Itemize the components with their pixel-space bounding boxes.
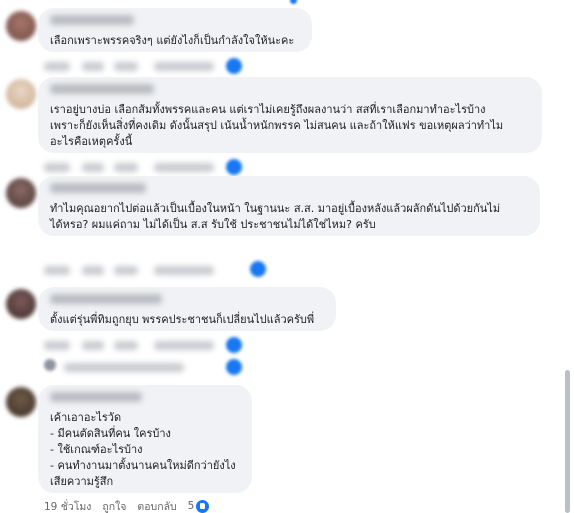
commenter-name[interactable]	[50, 84, 154, 94]
commenter-name[interactable]	[50, 294, 162, 304]
comment-bubble: เราอยู่บางบ่อ เลือกส้มทั้งพรรคและคน แต่เ…	[38, 77, 542, 153]
like-icon	[226, 337, 242, 353]
comment-bubble: เค้าเอาอะไรวัด - มีคนตัดสินที่คน ใครบ้าง…	[38, 385, 252, 493]
avatar[interactable]	[6, 11, 36, 41]
like-icon	[226, 159, 242, 175]
reaction-icon	[290, 0, 297, 4]
comment-actions[interactable]	[44, 261, 284, 278]
like-link[interactable]: ถูกใจ	[102, 498, 126, 513]
like-icon	[226, 359, 242, 375]
comment-actions[interactable]	[44, 337, 264, 353]
scrollbar[interactable]	[565, 370, 570, 513]
avatar[interactable]	[6, 289, 36, 319]
avatar[interactable]	[6, 79, 36, 109]
commenter-name[interactable]	[50, 392, 142, 402]
reaction-summary[interactable]: 5	[187, 499, 221, 513]
like-icon	[226, 58, 242, 74]
comment-bubble: ตั้งแต่รุ่นพี่ทิมถูกยุบ พรรคประชาชนก็เปล…	[38, 287, 336, 331]
avatar[interactable]	[6, 178, 36, 208]
reply-preview[interactable]	[44, 359, 264, 375]
avatar[interactable]	[6, 387, 36, 417]
comment-text: เลือกเพราะพรรคจริงๆ แต่ยังไงก็เป็นกำลังใ…	[50, 34, 295, 47]
commenter-name[interactable]	[50, 15, 134, 25]
reply-link[interactable]: ตอบกลับ	[137, 498, 176, 513]
comment-bubble: ทำไมคุณอยากไปต่อแล้วเป็นเบื้องในหน้า ในฐ…	[38, 176, 540, 236]
comment-text: เราอยู่บางบ่อ เลือกส้มทั้งพรรคและคน แต่เ…	[50, 103, 504, 148]
comment-bubble: เลือกเพราะพรรคจริงๆ แต่ยังไงก็เป็นกำลังใ…	[38, 8, 312, 52]
comment-actions: 19 ชั่วโมง ถูกใจ ตอบกลับ 5	[44, 498, 220, 513]
commenter-name[interactable]	[50, 183, 146, 193]
comment-text: เค้าเอาอะไรวัด - มีคนตัดสินที่คน ใครบ้าง…	[50, 411, 236, 488]
like-icon	[196, 499, 210, 513]
comment-time[interactable]: 19 ชั่วโมง	[44, 498, 91, 513]
comment-actions[interactable]	[44, 58, 244, 74]
comment-actions[interactable]	[44, 159, 244, 175]
like-icon	[250, 261, 266, 277]
comment-text: ตั้งแต่รุ่นพี่ทิมถูกยุบ พรรคประชาชนก็เปล…	[50, 313, 315, 326]
comment-text: ทำไมคุณอยากไปต่อแล้วเป็นเบื้องในหน้า ในฐ…	[50, 202, 501, 231]
reaction-count: 5	[187, 500, 195, 512]
